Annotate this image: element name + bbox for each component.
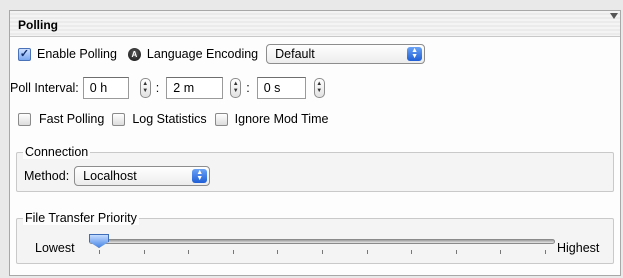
hours-stepper[interactable]: ▲ ▼ xyxy=(139,78,151,98)
slider-thumb[interactable] xyxy=(89,234,109,248)
slider-tick xyxy=(233,250,234,254)
fast-polling-label: Fast Polling xyxy=(39,112,105,126)
slider-tick xyxy=(545,250,546,254)
slider-tick xyxy=(500,250,501,254)
interval-separator: : xyxy=(155,81,160,95)
slider-tick xyxy=(99,250,100,254)
slider-tick xyxy=(322,250,323,254)
enable-polling-checkbox[interactable]: ✓ xyxy=(18,47,31,61)
encoding-row: ✓ Enable Polling A Language Encoding Def… xyxy=(18,44,426,64)
log-statistics-label: Log Statistics xyxy=(132,112,207,126)
poll-interval-label: Poll Interval: xyxy=(10,81,79,95)
connection-group: Connection Method: Localhost ▲ ▼ xyxy=(16,145,614,192)
seconds-field[interactable]: 0 s xyxy=(256,77,306,99)
connection-title: Connection xyxy=(23,145,91,159)
minutes-stepper[interactable]: ▲ ▼ xyxy=(230,78,242,98)
select-arrows-icon: ▲ ▼ xyxy=(192,169,208,183)
panel-header: Polling xyxy=(10,11,620,37)
hours-field[interactable]: 0 h xyxy=(82,77,129,99)
log-statistics-checkbox[interactable] xyxy=(112,112,126,126)
language-encoding-label: Language Encoding xyxy=(146,47,259,61)
seconds-stepper[interactable]: ▲ ▼ xyxy=(313,78,325,98)
method-select-value: Localhost xyxy=(83,169,137,183)
method-row: Method: Localhost ▲ ▼ xyxy=(24,166,211,186)
ignore-mod-time-label: Ignore Mod Time xyxy=(234,112,329,126)
method-label: Method: xyxy=(24,169,70,183)
encoding-select[interactable]: Default ▲ ▼ xyxy=(266,44,426,64)
slider-tick xyxy=(144,250,145,254)
minutes-field[interactable]: 2 m xyxy=(166,77,224,99)
select-arrows-icon: ▲ ▼ xyxy=(407,47,423,61)
options-row: Fast Polling Log Statistics Ignore Mod T… xyxy=(18,112,328,126)
method-select[interactable]: Localhost ▲ ▼ xyxy=(74,166,211,186)
highest-label: Highest xyxy=(557,241,600,255)
fast-polling-checkbox[interactable] xyxy=(18,112,31,126)
slider-tick xyxy=(456,250,457,254)
language-encoding-icon: A xyxy=(127,47,141,61)
collapse-triangle-icon[interactable] xyxy=(610,13,618,19)
poll-interval-row: Poll Interval: 0 h ▲ ▼ : 2 m ▲ ▼ : 0 s ▲ ▼ xyxy=(10,77,325,99)
slider-track[interactable] xyxy=(89,239,555,244)
priority-slider[interactable] xyxy=(89,233,555,257)
enable-polling-label: Enable Polling xyxy=(37,47,117,61)
encoding-select-value: Default xyxy=(275,47,315,61)
slider-tick xyxy=(277,250,278,254)
polling-panel: Polling ✓ Enable Polling A Language Enco… xyxy=(9,10,621,276)
lowest-label: Lowest xyxy=(35,241,75,255)
slider-tick xyxy=(188,250,189,254)
file-transfer-priority-group: File Transfer Priority Lowest Highest xyxy=(16,211,614,264)
file-transfer-priority-title: File Transfer Priority xyxy=(23,211,139,225)
ignore-mod-time-checkbox[interactable] xyxy=(214,112,228,126)
panel-title: Polling xyxy=(18,18,58,32)
interval-separator: : xyxy=(246,81,250,95)
slider-tick xyxy=(411,250,412,254)
slider-tick xyxy=(367,250,368,254)
